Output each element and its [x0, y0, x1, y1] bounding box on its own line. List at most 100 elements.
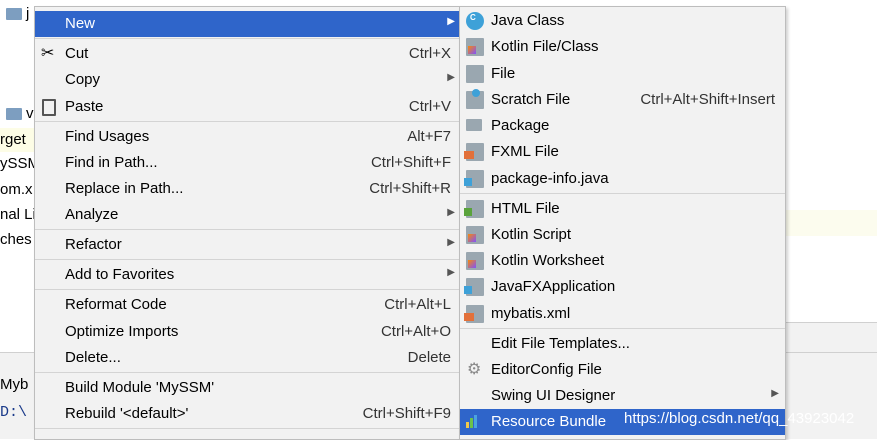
menu-item-replace-in-path[interactable]: Replace in Path... Ctrl+Shift+R — [35, 176, 461, 202]
scratch-file-icon — [466, 89, 484, 109]
menu-item-label: Replace in Path... — [65, 180, 184, 197]
tree-item-fragment[interactable]: rget — [0, 131, 26, 148]
new-submenu: C Java Class Kotlin File/Class File Scra… — [459, 6, 786, 440]
menu-item-cut[interactable]: ✂ Cut Ctrl+X — [35, 41, 461, 67]
kotlin-file-icon — [466, 38, 484, 56]
submenu-arrow-icon: ▶ — [447, 72, 455, 83]
menu-item-label: Copy — [65, 71, 101, 88]
fxml-file-icon — [464, 143, 484, 161]
submenu-item-scratch-file[interactable]: Scratch File Ctrl+Alt+Shift+Insert — [460, 87, 785, 113]
tree-item-fragment[interactable]: om.x — [0, 181, 33, 198]
submenu-item-label: Kotlin File/Class — [491, 38, 599, 55]
folder-icon — [6, 8, 22, 20]
menu-separator — [35, 428, 461, 429]
menu-item-optimize-imports[interactable]: Optimize Imports Ctrl+Alt+O — [35, 319, 461, 345]
html-file-icon — [464, 200, 484, 218]
submenu-item-file[interactable]: File — [460, 61, 785, 87]
editor-highlight-band — [785, 210, 877, 236]
submenu-item-label: Scratch File — [491, 91, 571, 108]
submenu-item-javafx-application[interactable]: JavaFXApplication — [460, 274, 785, 300]
menu-item-label: Reformat Code — [65, 296, 167, 313]
resource-bundle-icon — [466, 414, 480, 428]
menu-item-label: Find Usages — [65, 128, 150, 145]
menu-item-shortcut: Alt+F7 — [407, 128, 451, 145]
menu-item-label: New — [65, 15, 96, 32]
submenu-item-label: Resource Bundle — [491, 413, 607, 430]
menu-item-add-to-favorites[interactable]: Add to Favorites ▶ — [35, 262, 461, 288]
submenu-separator — [460, 328, 785, 329]
menu-separator — [35, 259, 461, 260]
submenu-item-html-file[interactable]: HTML File — [460, 196, 785, 222]
submenu-item-editorconfig-file[interactable]: ⚙ EditorConfig File — [460, 357, 785, 383]
javafx-file-icon — [464, 278, 484, 296]
menu-item-label: Add to Favorites — [65, 266, 175, 283]
submenu-item-label: Package — [491, 117, 550, 134]
submenu-item-label: JavaFXApplication — [491, 278, 616, 295]
menu-item-label: Analyze — [65, 206, 119, 223]
gear-icon: ⚙ — [467, 361, 482, 378]
menu-item-new[interactable]: New ▶ — [35, 11, 461, 37]
menu-separator — [35, 372, 461, 373]
submenu-arrow-icon: ▶ — [447, 16, 455, 27]
menu-item-shortcut: Ctrl+Alt+O — [380, 323, 451, 340]
submenu-item-label: package-info.java — [491, 170, 609, 187]
menu-item-shortcut: Delete — [407, 349, 451, 366]
menu-item-analyze[interactable]: Analyze ▶ — [35, 202, 461, 228]
menu-item-label: Optimize Imports — [65, 323, 179, 340]
submenu-item-label: Edit File Templates... — [491, 335, 630, 352]
tree-item-fragment[interactable]: v — [26, 105, 34, 122]
submenu-item-mybatis-xml[interactable]: mybatis.xml — [460, 301, 785, 327]
menu-item-delete[interactable]: Delete... Delete — [35, 345, 461, 371]
submenu-item-label: mybatis.xml — [491, 305, 571, 322]
submenu-arrow-icon: ▶ — [447, 267, 455, 278]
menu-separator — [35, 289, 461, 290]
menu-item-find-in-path[interactable]: Find in Path... Ctrl+Shift+F — [35, 150, 461, 176]
menu-item-shortcut: Ctrl+V — [408, 98, 451, 115]
file-icon — [466, 65, 484, 83]
menu-item-build-module[interactable]: Build Module 'MySSM' — [35, 375, 461, 401]
submenu-item-label: Java Class — [491, 12, 565, 29]
tab-fragment[interactable]: Myb — [0, 376, 28, 393]
menu-item-refactor[interactable]: Refactor ▶ — [35, 232, 461, 258]
tree-item-fragment[interactable]: ches — [0, 231, 32, 248]
menu-item-reformat-code[interactable]: Reformat Code Ctrl+Alt+L — [35, 292, 461, 318]
menu-separator — [35, 38, 461, 39]
submenu-item-swing-ui-designer[interactable]: Swing UI Designer ▶ — [460, 383, 785, 409]
menu-item-label: Refactor — [65, 236, 122, 253]
submenu-arrow-icon: ▶ — [447, 237, 455, 248]
menu-item-label: Build Module 'MySSM' — [65, 379, 215, 396]
tree-item-fragment[interactable]: j — [26, 5, 29, 22]
submenu-item-shortcut: Ctrl+Alt+Shift+Insert — [640, 91, 775, 108]
submenu-item-label: Kotlin Worksheet — [491, 252, 605, 269]
kotlin-worksheet-icon — [466, 252, 484, 270]
submenu-item-label: FXML File — [491, 143, 559, 160]
tree-item-fragment[interactable]: nal Li — [0, 206, 36, 223]
menu-item-paste[interactable]: Paste Ctrl+V — [35, 94, 461, 120]
xml-file-icon — [464, 305, 484, 323]
menu-item-copy[interactable]: Copy ▶ — [35, 67, 461, 93]
submenu-separator — [460, 193, 785, 194]
submenu-item-fxml-file[interactable]: FXML File — [460, 139, 785, 165]
clipboard-icon — [42, 99, 56, 116]
submenu-item-java-class[interactable]: C Java Class — [460, 8, 785, 34]
submenu-arrow-icon: ▶ — [771, 388, 779, 399]
menu-item-shortcut: Ctrl+Shift+F9 — [362, 405, 451, 422]
submenu-item-kotlin-worksheet[interactable]: Kotlin Worksheet — [460, 248, 785, 274]
submenu-item-package[interactable]: Package — [460, 113, 785, 139]
submenu-item-kotlin-script[interactable]: Kotlin Script — [460, 222, 785, 248]
menu-item-rebuild[interactable]: Rebuild '<default>' Ctrl+Shift+F9 — [35, 401, 461, 427]
submenu-item-label: EditorConfig File — [491, 361, 602, 378]
submenu-item-package-info[interactable]: package-info.java — [460, 166, 785, 192]
java-file-icon — [464, 170, 484, 188]
folder-icon — [6, 108, 22, 120]
submenu-item-label: Kotlin Script — [491, 226, 572, 243]
submenu-item-edit-file-templates[interactable]: Edit File Templates... — [460, 331, 785, 357]
menu-item-shortcut: Ctrl+Shift+F — [370, 154, 451, 171]
submenu-item-kotlin-file[interactable]: Kotlin File/Class — [460, 34, 785, 60]
menu-separator — [35, 229, 461, 230]
scissors-icon: ✂ — [41, 45, 55, 62]
context-menu: New ▶ ✂ Cut Ctrl+X Copy ▶ Paste Ctrl+V F… — [34, 6, 462, 440]
menu-item-find-usages[interactable]: Find Usages Alt+F7 — [35, 124, 461, 150]
menu-item-shortcut: Ctrl+Shift+R — [369, 180, 451, 197]
menu-item-shortcut: Ctrl+X — [408, 45, 451, 62]
